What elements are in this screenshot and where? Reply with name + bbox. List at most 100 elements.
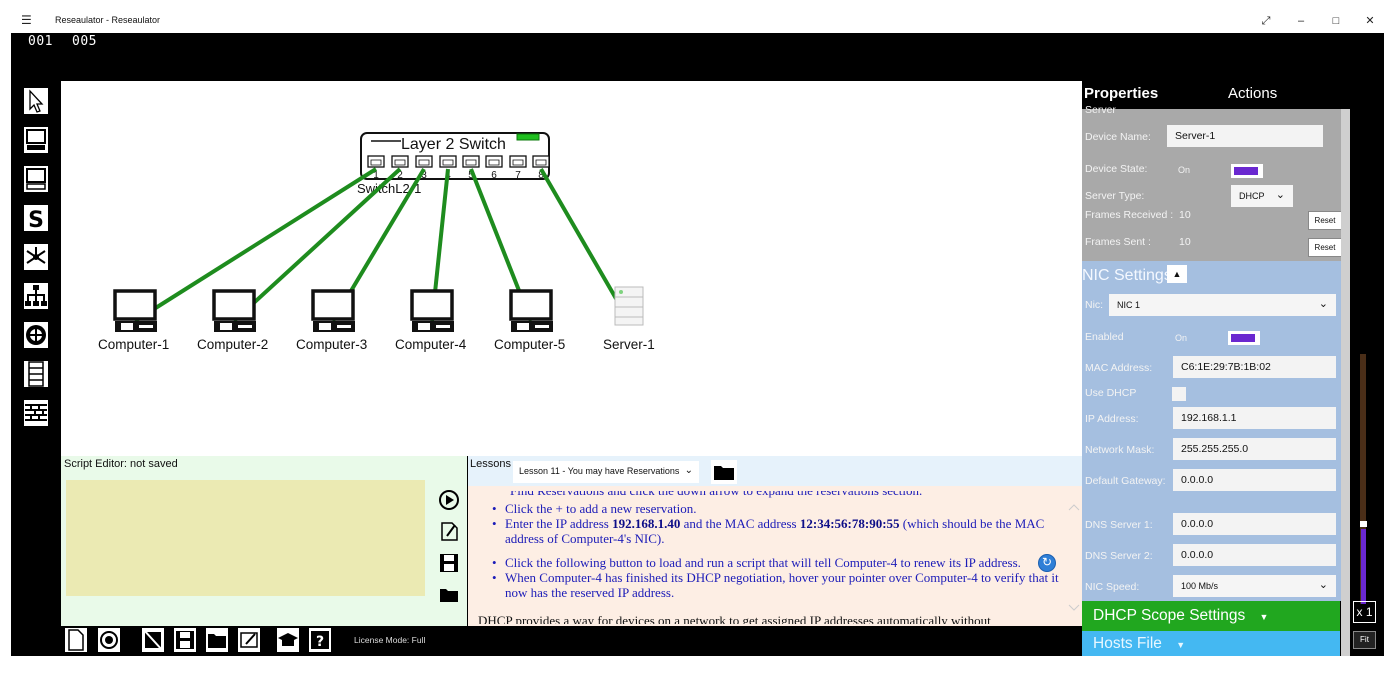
collapse-up-icon[interactable]: ▲ — [1167, 265, 1187, 283]
device-state-value: On — [1178, 165, 1191, 175]
enabled-toggle[interactable] — [1228, 331, 1260, 345]
expand-icon[interactable]: ⤢ — [1251, 12, 1281, 30]
switch-title: Layer 2 Switch — [401, 136, 506, 153]
server-type-select[interactable]: DHCP ⌄ — [1231, 185, 1293, 207]
lessons-cap-icon[interactable] — [276, 627, 300, 653]
default-gateway-input[interactable]: 0.0.0.0 — [1173, 469, 1336, 491]
lesson-scroll-down-icon[interactable] — [1068, 603, 1080, 613]
dhcp-scope-settings-header[interactable]: DHCP Scope Settings ▼ — [1082, 601, 1340, 631]
frames-sent-value: 10 — [1179, 236, 1191, 248]
maximize-icon[interactable]: □ — [1321, 12, 1351, 30]
nic-select[interactable]: NIC 1 ⌄ — [1109, 294, 1336, 316]
add-router-icon[interactable] — [23, 321, 49, 349]
nic-settings-title: NIC Settings — [1082, 267, 1172, 284]
expand-down-icon: ▼ — [1176, 640, 1186, 650]
hosts-file-header[interactable]: Hosts File ▼ — [1082, 631, 1340, 656]
lesson-dropdown[interactable]: Lesson 11 - You may have Reservations ⌄ — [513, 461, 699, 483]
tab-actions[interactable]: Actions — [1228, 85, 1277, 102]
device-label: Computer-3 — [296, 337, 368, 352]
lesson-steps-b: Click the following button to load and r… — [490, 555, 1068, 600]
computer-device[interactable] — [509, 289, 553, 332]
computer-device[interactable] — [212, 289, 256, 332]
computer-device[interactable] — [410, 289, 454, 332]
frames-sent-label: Frames Sent : — [1085, 236, 1151, 248]
add-computer-icon[interactable] — [23, 126, 49, 154]
add-network-icon[interactable] — [23, 282, 49, 310]
use-dhcp-checkbox[interactable] — [1172, 387, 1186, 401]
device-state-label: Device State: — [1085, 163, 1148, 175]
add-computer-alt-icon[interactable] — [23, 165, 49, 193]
frames-received-value: 10 — [1179, 209, 1191, 221]
mac-address-label: MAC Address: — [1085, 362, 1153, 374]
network-mask-input[interactable]: 255.255.255.0 — [1173, 438, 1336, 460]
expand-down-icon: ▼ — [1259, 612, 1269, 622]
device-label: Computer-1 — [98, 337, 170, 352]
computer-device[interactable] — [113, 289, 157, 332]
add-server-icon[interactable] — [23, 360, 49, 388]
frame-counter-left: 001 — [28, 34, 53, 49]
script-editor-textarea[interactable] — [66, 480, 425, 596]
edit-icon[interactable] — [237, 627, 261, 653]
default-gateway-label: Default Gateway: — [1085, 475, 1166, 487]
fit-button[interactable]: Fit — [1353, 631, 1376, 649]
ip-address-input[interactable]: 192.168.1.1 — [1173, 407, 1336, 429]
window-frame: ☰ Reseaulator - Reseaulator ⤢ – □ ✕ 001 … — [11, 9, 1384, 656]
chevron-down-icon: ⌄ — [684, 465, 693, 476]
new-file-icon[interactable] — [64, 627, 88, 653]
lesson-content: Find Reservations and click the down arr… — [478, 491, 1068, 624]
lesson-selected: Lesson 11 - You may have Reservations — [519, 466, 680, 476]
server-type-value: DHCP — [1239, 191, 1265, 201]
close-icon[interactable]: ✕ — [1355, 12, 1385, 30]
open-script-icon[interactable] — [438, 583, 460, 605]
ip-address-label: IP Address: — [1085, 413, 1139, 425]
enabled-label: Enabled — [1085, 331, 1124, 343]
nic-label: Nic: — [1085, 299, 1104, 311]
refresh-icon: ↻ — [1042, 555, 1053, 569]
device-state-toggle[interactable] — [1231, 164, 1263, 178]
server-type-label: Server Type: — [1085, 190, 1145, 202]
save-script-icon[interactable] — [438, 552, 460, 574]
app-window: ☰ Reseaulator - Reseaulator ⤢ – □ ✕ 001 … — [0, 0, 1394, 675]
nic-settings-section: NIC Settings ▲ Nic: NIC 1 ⌄ Enabled On M… — [1082, 261, 1350, 601]
add-firewall-icon[interactable] — [23, 399, 49, 427]
edit-script-icon[interactable] — [438, 520, 460, 542]
add-hub-icon[interactable] — [23, 243, 49, 271]
hamburger-icon[interactable]: ☰ — [21, 13, 32, 27]
minimize-icon[interactable]: – — [1286, 12, 1316, 30]
computer-device[interactable] — [311, 289, 355, 332]
help-icon[interactable]: ? — [308, 627, 332, 653]
add-switch-icon[interactable]: S — [23, 204, 49, 232]
save-icon[interactable] — [173, 627, 197, 653]
dns-server-1-input[interactable]: 0.0.0.0 — [1173, 513, 1336, 535]
script-editor-title: Script Editor: not saved — [64, 458, 178, 470]
lessons-panel: Lessons Lesson 11 - You may have Reserva… — [468, 456, 1082, 626]
select-pointer-icon[interactable] — [23, 87, 49, 115]
properties-scrollbar[interactable] — [1341, 109, 1350, 656]
nic-speed-select[interactable]: 100 Mb/s ⌄ — [1173, 575, 1336, 597]
device-name-input[interactable]: Server-1 — [1167, 125, 1323, 147]
reset-sent-button[interactable]: Reset — [1308, 238, 1342, 257]
svg-text:S: S — [28, 208, 44, 232]
device-label: Computer-5 — [494, 337, 566, 352]
lesson-scroll-up-icon[interactable] — [1068, 502, 1080, 512]
open-lesson-folder-icon[interactable] — [711, 460, 737, 484]
dns-server-2-input[interactable]: 0.0.0.0 — [1173, 544, 1336, 566]
server-device[interactable] — [614, 286, 644, 326]
mac-address-input[interactable]: C6:1E:29:7B:1B:02 — [1173, 356, 1336, 378]
tab-properties[interactable]: Properties — [1084, 85, 1158, 102]
no-power-icon[interactable] — [141, 627, 165, 653]
zoom-slider-thumb[interactable] — [1360, 521, 1367, 527]
lesson-step: Click the + to add a new reservation. — [490, 501, 1068, 516]
chevron-down-icon: ⌄ — [1318, 298, 1328, 310]
script-editor-panel: Script Editor: not saved — [61, 456, 467, 626]
run-lesson-script-button[interactable]: ↻ — [1038, 554, 1056, 572]
reset-received-button[interactable]: Reset — [1308, 211, 1342, 230]
record-icon[interactable] — [97, 627, 121, 653]
network-canvas[interactable]: 12345678 Layer 2 Switch SwitchL2-1 Compu… — [61, 81, 1082, 456]
zoom-level: x 1 — [1353, 601, 1376, 623]
frames-received-label: Frames Received : — [1085, 209, 1174, 221]
lesson-text-cut-top: Find Reservations and click the down arr… — [510, 491, 922, 499]
run-script-icon[interactable] — [438, 489, 460, 511]
server-section: Server Device Name: Server-1 Device Stat… — [1082, 104, 1350, 261]
open-folder-icon[interactable] — [205, 627, 229, 653]
